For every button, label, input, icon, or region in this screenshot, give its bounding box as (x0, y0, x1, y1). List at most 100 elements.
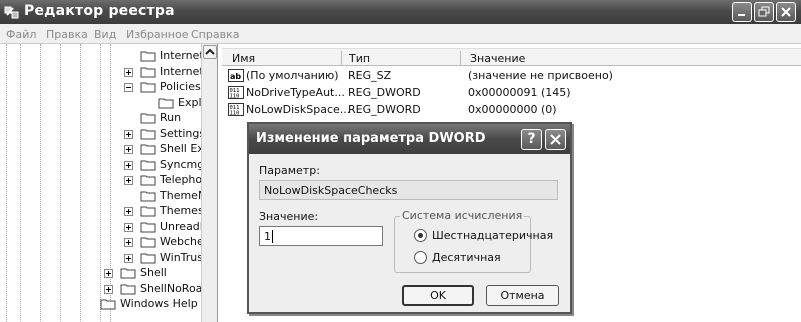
value-input[interactable]: 1 (259, 226, 383, 246)
param-label: Параметр: (259, 164, 320, 177)
folder-icon (140, 206, 156, 217)
tree-item-label: Settings (160, 126, 206, 140)
folder-icon (100, 299, 116, 310)
value-type: REG_SZ (348, 69, 392, 82)
menu-file[interactable]: Файл (6, 28, 36, 41)
expand-icon[interactable] (104, 269, 113, 278)
folder-icon (140, 67, 156, 77)
value-type: REG_DWORD (348, 86, 421, 99)
scroll-up-button[interactable] (203, 45, 217, 59)
tree-item-label: Expl (178, 95, 202, 109)
folder-icon (140, 175, 156, 186)
tree-item[interactable]: UnreadM (0, 219, 209, 235)
minimize-icon (738, 14, 745, 16)
value-value: 0x00000091 (145) (468, 86, 571, 99)
tree-item[interactable]: Run (0, 110, 200, 126)
tree-item[interactable]: Windows Help (0, 296, 200, 312)
value-value: (значение не присвоено) (468, 69, 613, 82)
decimal-radio[interactable] (414, 251, 427, 264)
column-header: Имя Тип Значение (222, 48, 801, 66)
dword-value-icon: 011110 (228, 103, 244, 116)
ok-button[interactable]: OK (402, 285, 474, 306)
tree-item-label: Telepho (160, 173, 203, 186)
value-row[interactable]: ab (По умолчанию) REG_SZ (значение не присв… (222, 67, 801, 84)
restore-icon (758, 6, 770, 17)
tree-item-label: Webche (160, 235, 204, 248)
tree-scrollbar[interactable] (201, 44, 217, 322)
dialog-title-bar[interactable]: Изменение параметра DWORD ? (249, 124, 570, 154)
menu-view[interactable]: Вид (94, 28, 116, 41)
value-row[interactable]: 011 110 NoDriveTypeAut... REG_DWORD 0x000000… (222, 84, 801, 101)
folder-icon (140, 222, 156, 232)
tree-item[interactable]: Themes (0, 203, 204, 219)
folder-icon (140, 191, 156, 201)
menu-favorites[interactable]: Избранное (126, 28, 188, 41)
folder-icon (140, 144, 156, 155)
tree-item[interactable]: Shell Ext (0, 141, 208, 157)
column-value[interactable]: Значение (470, 52, 525, 65)
maximize-button[interactable] (754, 2, 774, 22)
expand-icon[interactable] (124, 207, 133, 216)
menu-help[interactable]: Справка (191, 28, 239, 41)
tree-item[interactable]: Internet (0, 64, 204, 80)
column-name[interactable]: Имя (232, 52, 255, 65)
tree-item[interactable]: ShellNoRoar (0, 281, 207, 297)
tree-item[interactable]: Syncmgr (0, 157, 209, 173)
expand-icon[interactable] (124, 129, 133, 139)
value-name: (По умолчанию) (246, 69, 339, 82)
tree-item-label: Policies (160, 80, 201, 93)
registry-tree[interactable]: Internet Internet Policies Expl Run Settings S… (0, 44, 218, 322)
expand-icon[interactable] (124, 176, 133, 185)
menu-edit[interactable]: Правка (46, 28, 88, 41)
hex-radio[interactable] (414, 229, 427, 242)
tree-item[interactable]: Internet (0, 48, 204, 64)
tree-item-label: Internet (160, 64, 204, 78)
value-name: NoLowDiskSpace... (246, 103, 351, 116)
value-type: REG_DWORD (348, 103, 421, 116)
tree-item[interactable]: ThemeM (0, 188, 207, 204)
tree-item[interactable]: Webche (0, 234, 204, 250)
tree-item[interactable]: WinTrus (0, 250, 203, 266)
string-value-icon: ab (228, 69, 244, 82)
expand-icon[interactable] (104, 284, 113, 294)
value-row[interactable]: 011 110 NoLowDiskSpace... REG_DWORD 0x000000… (222, 101, 801, 118)
menu-bar: Файл Правка Вид Избранное Справка (0, 24, 801, 44)
window-title: Редактор реестра (24, 3, 175, 19)
folder-icon (120, 284, 136, 294)
column-type[interactable]: Тип (349, 52, 370, 65)
expand-icon[interactable] (124, 160, 133, 170)
folder-icon (140, 129, 156, 139)
expand-icon[interactable] (124, 222, 133, 232)
tree-item[interactable]: Telepho (0, 172, 203, 188)
help-button[interactable]: ? (521, 129, 542, 150)
folder-open-icon (140, 82, 156, 93)
close-button[interactable] (776, 2, 796, 22)
collapse-icon[interactable] (124, 83, 133, 92)
expand-icon[interactable] (124, 253, 133, 263)
dialog-title: Изменение параметра DWORD (256, 131, 486, 146)
expand-icon[interactable] (124, 238, 133, 247)
value-value: 0x00000000 (0) (468, 103, 557, 116)
decimal-radio-label[interactable]: Десятичная (432, 251, 501, 264)
expand-icon[interactable] (124, 67, 133, 77)
folder-icon (158, 98, 174, 108)
tree-item-label: WinTrus (160, 250, 203, 264)
tree-item[interactable]: Policies (0, 79, 201, 95)
tree-item[interactable]: Settings (0, 126, 205, 142)
chevron-up-icon (205, 48, 215, 55)
expand-icon[interactable] (124, 145, 133, 154)
minimize-button[interactable] (732, 2, 752, 22)
folder-icon (120, 268, 136, 279)
hex-radio-label[interactable]: Шестнадцатеричная (432, 229, 553, 242)
tree-item[interactable]: Shell (0, 265, 200, 281)
tree-item-label: Themes (160, 204, 204, 217)
folder-icon (140, 160, 156, 170)
folder-icon (140, 113, 156, 124)
tree-item[interactable]: Expl (0, 95, 202, 111)
tree-item-label: ShellNoRoar (140, 281, 207, 295)
cancel-button[interactable]: Отмена (486, 285, 559, 306)
tree-item-label: Internet (160, 49, 204, 62)
dword-value-icon: 011110 (228, 86, 244, 99)
dialog-close-button[interactable] (545, 129, 566, 150)
title-bar[interactable]: Редактор реестра (0, 0, 801, 24)
